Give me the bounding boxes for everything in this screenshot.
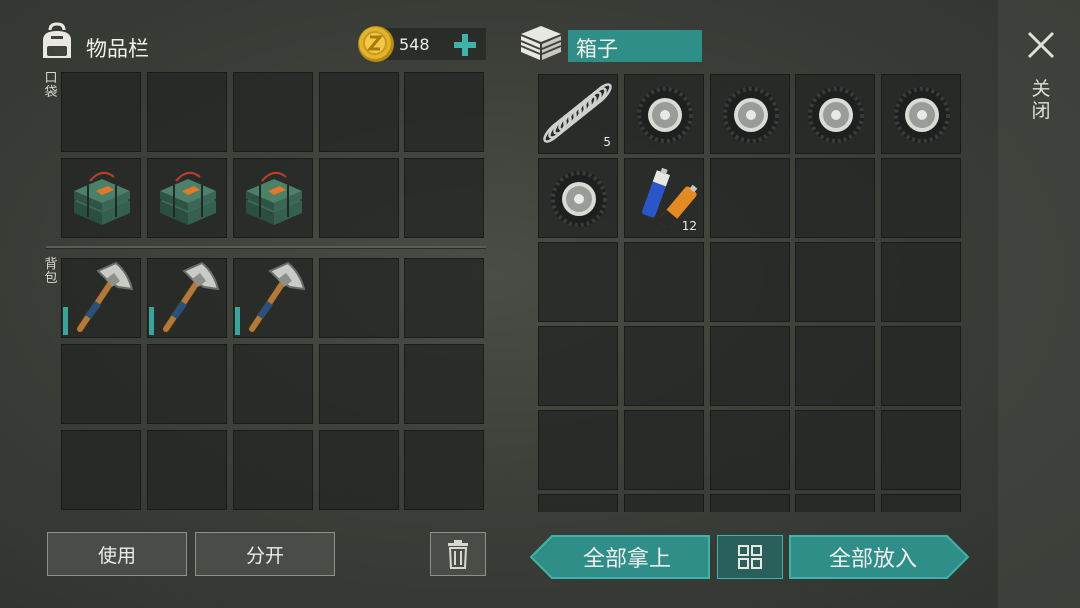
pocket-slot[interactable]: [61, 72, 141, 152]
backpack-slot[interactable]: [404, 344, 484, 424]
pocket-slot[interactable]: [233, 72, 313, 152]
sort-button[interactable]: [717, 535, 783, 579]
close-icon: [1027, 31, 1055, 59]
container-slot[interactable]: [795, 74, 875, 154]
container-slot[interactable]: [538, 494, 618, 512]
trash-button[interactable]: [430, 532, 486, 576]
put-all-button[interactable]: 全部放入: [789, 535, 970, 579]
container-slot[interactable]: [624, 242, 704, 322]
backpack-slot[interactable]: [233, 258, 313, 338]
container-slot[interactable]: [795, 410, 875, 490]
container-grid: 5 12: [536, 72, 964, 512]
container-slot[interactable]: [795, 242, 875, 322]
container-slot[interactable]: [538, 158, 618, 238]
sort-icon: [738, 545, 762, 569]
close-button[interactable]: 关闭: [1020, 28, 1062, 138]
backpack-slot[interactable]: [233, 430, 313, 510]
coin-count: 548: [399, 35, 430, 54]
container-slot[interactable]: [538, 326, 618, 406]
backpack-slot[interactable]: [319, 258, 399, 338]
container-slot[interactable]: 5: [538, 74, 618, 154]
container-slot[interactable]: [710, 494, 790, 512]
trash-icon: [448, 540, 468, 569]
take-all-button[interactable]: 全部拿上: [530, 535, 710, 579]
crate-icon: [518, 24, 564, 62]
section-divider: [46, 246, 486, 249]
backpack-slot[interactable]: [61, 430, 141, 510]
container-slot[interactable]: [538, 410, 618, 490]
backpack-slot[interactable]: [319, 344, 399, 424]
container-slot[interactable]: [881, 326, 961, 406]
item-count: 12: [681, 219, 697, 233]
pocket-slot[interactable]: [319, 158, 399, 238]
backpack-slot[interactable]: [61, 258, 141, 338]
backpack-slot[interactable]: [147, 344, 227, 424]
container-slot[interactable]: [624, 494, 704, 512]
container-slot[interactable]: [710, 410, 790, 490]
inventory-title: 物品栏: [86, 37, 149, 61]
container-slot[interactable]: [881, 158, 961, 238]
pocket-slot[interactable]: [319, 72, 399, 152]
container-slot[interactable]: [795, 494, 875, 512]
container-title: 箱子: [576, 37, 618, 61]
close-label: 关闭: [1031, 78, 1051, 122]
plus-icon: [454, 34, 476, 56]
container-slot[interactable]: [881, 410, 961, 490]
add-coins-button[interactable]: [452, 32, 478, 58]
pocket-slot[interactable]: [233, 158, 313, 238]
pocket-slot[interactable]: [61, 158, 141, 238]
container-slot[interactable]: [710, 158, 790, 238]
backpack-slot[interactable]: [404, 258, 484, 338]
pocket-slot[interactable]: [404, 158, 484, 238]
container-slot[interactable]: [710, 74, 790, 154]
container-slot[interactable]: [881, 242, 961, 322]
item-count: 5: [603, 135, 611, 149]
backpack-slot[interactable]: [233, 344, 313, 424]
pocket-slot[interactable]: [147, 158, 227, 238]
container-slot[interactable]: [710, 326, 790, 406]
use-button[interactable]: 使用: [47, 532, 187, 576]
container-slot[interactable]: [624, 74, 704, 154]
take-all-label: 全部拿上: [582, 547, 671, 572]
container-slot[interactable]: [624, 326, 704, 406]
backpack-slot[interactable]: [61, 344, 141, 424]
container-slot[interactable]: [881, 74, 961, 154]
pocket-slot[interactable]: [404, 72, 484, 152]
coin-icon: [356, 24, 396, 64]
backpack-label: 背包: [44, 257, 58, 286]
pocket-label: 口袋: [44, 71, 58, 100]
backpack-icon: [38, 22, 76, 62]
split-button[interactable]: 分开: [195, 532, 335, 576]
backpack-slot[interactable]: [147, 430, 227, 510]
pocket-slot[interactable]: [147, 72, 227, 152]
container-slot[interactable]: [881, 494, 961, 512]
container-slot[interactable]: 12: [624, 158, 704, 238]
container-slot[interactable]: [624, 410, 704, 490]
backpack-slot[interactable]: [319, 430, 399, 510]
backpack-slot[interactable]: [147, 258, 227, 338]
put-all-label: 全部放入: [828, 547, 917, 572]
container-slot[interactable]: [538, 242, 618, 322]
container-slot[interactable]: [710, 242, 790, 322]
container-slot[interactable]: [795, 326, 875, 406]
container-slot[interactable]: [795, 158, 875, 238]
backpack-slot[interactable]: [404, 430, 484, 510]
